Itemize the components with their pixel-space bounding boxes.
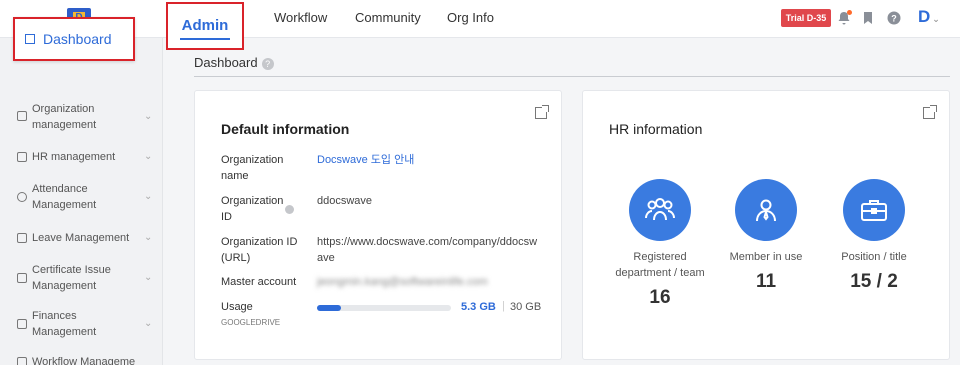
default-info-card: Default information Organization name Do… xyxy=(194,90,562,360)
tab-workflow[interactable]: Workflow xyxy=(274,0,327,38)
tab-community[interactable]: Community xyxy=(355,0,421,38)
org-id-label: Organization ID xyxy=(221,195,284,223)
chevron-down-icon: ⌄ xyxy=(144,111,153,122)
dashboard-icon xyxy=(25,34,35,44)
user-logo: D xyxy=(918,7,931,26)
workflow-icon xyxy=(17,357,27,365)
sidebar-item-label: HR management xyxy=(32,151,116,163)
sidebar-item-label: Attendance Management xyxy=(32,183,97,211)
chevron-down-icon: ⌄ xyxy=(932,14,940,24)
top-bar: D Admin Workflow Community Org Info Tria… xyxy=(0,0,960,50)
master-account-label: Master account xyxy=(221,276,297,288)
sidebar: Organization management ⌄ HR management … xyxy=(0,38,163,365)
external-link-icon[interactable] xyxy=(535,105,549,119)
sidebar-item-label: Leave Management xyxy=(32,232,130,244)
bookmark-icon[interactable] xyxy=(860,10,876,26)
help-icon[interactable]: ? xyxy=(261,57,274,70)
certificate-icon xyxy=(17,273,27,283)
org-url-value: https://www.docswave.com/company/ddocswa… xyxy=(317,236,538,264)
tab-org-info[interactable]: Org Info xyxy=(447,0,494,38)
notification-dot xyxy=(847,10,852,15)
calendar-icon xyxy=(17,233,27,243)
usage-progress-fill xyxy=(317,305,342,311)
svg-text:?: ? xyxy=(891,14,897,24)
chevron-down-icon: ⌄ xyxy=(144,318,153,329)
page-title: Dashboard? xyxy=(194,55,274,70)
master-account-value: jeongmin.kang@softwareinlife.com xyxy=(317,276,488,288)
sidebar-item-label: Organization management xyxy=(32,103,97,131)
stat-departments[interactable]: Registered department / team 16 xyxy=(605,179,715,309)
member-icon xyxy=(735,179,797,241)
usage-total: 30 GB xyxy=(510,301,542,313)
stat-value: 16 xyxy=(649,287,671,308)
org-id-value: ddocswave xyxy=(317,195,373,207)
usage-progress-bar xyxy=(317,305,451,311)
stat-label: Registered department / team xyxy=(615,251,705,279)
sidebar-item-dashboard[interactable]: Dashboard xyxy=(13,17,135,61)
card-title: Default information xyxy=(221,121,350,137)
help-icon[interactable]: ? xyxy=(886,10,902,26)
help-icon[interactable] xyxy=(285,205,294,214)
stat-members[interactable]: Member in use 11 xyxy=(711,179,821,293)
bell-icon[interactable] xyxy=(836,10,852,26)
org-name-label: Organization name xyxy=(221,154,284,182)
stat-value: 15 / 2 xyxy=(850,271,898,292)
people-icon xyxy=(17,152,27,162)
page-title-text: Dashboard xyxy=(194,55,258,70)
chevron-down-icon: ⌄ xyxy=(144,151,153,162)
sidebar-item-label: Dashboard xyxy=(43,31,112,47)
org-name-value[interactable]: Docswave 도입 안내 xyxy=(317,152,547,168)
active-tab-underline xyxy=(180,38,230,40)
usage-used: 5.3 GB xyxy=(461,301,496,313)
org-url-label: Organization ID (URL) xyxy=(221,236,298,264)
card-title: HR information xyxy=(609,121,703,137)
usage-label: Usage xyxy=(221,301,253,313)
usage-separator: | xyxy=(502,300,505,312)
hr-info-card: HR information Registered department / t… xyxy=(582,90,950,360)
trial-badge[interactable]: Trial D-35 xyxy=(781,9,831,27)
document-icon xyxy=(17,319,27,329)
sidebar-item-label: Workflow Manageme xyxy=(32,356,136,365)
user-menu[interactable]: D ⌄ xyxy=(918,7,940,27)
chevron-down-icon: ⌄ xyxy=(144,232,153,243)
stat-value: 11 xyxy=(755,271,777,292)
sidebar-item-label: Certificate Issue Management xyxy=(32,264,111,292)
chevron-down-icon: ⌄ xyxy=(144,191,153,202)
divider xyxy=(194,76,950,77)
external-link-icon[interactable] xyxy=(923,105,937,119)
usage-storage-provider: GOOGLEDRIVE xyxy=(221,318,281,327)
clock-icon xyxy=(17,192,27,202)
team-icon xyxy=(629,179,691,241)
tab-admin[interactable]: Admin xyxy=(166,2,244,50)
sidebar-item-label: Finances Management xyxy=(32,310,97,338)
stat-positions[interactable]: Position / title 15 / 2 xyxy=(819,179,929,293)
briefcase-icon xyxy=(843,179,905,241)
chevron-down-icon: ⌄ xyxy=(144,272,153,283)
stat-label: Position / title xyxy=(841,251,907,263)
stat-label: Member in use xyxy=(729,251,803,263)
org-chart-icon xyxy=(17,111,27,121)
